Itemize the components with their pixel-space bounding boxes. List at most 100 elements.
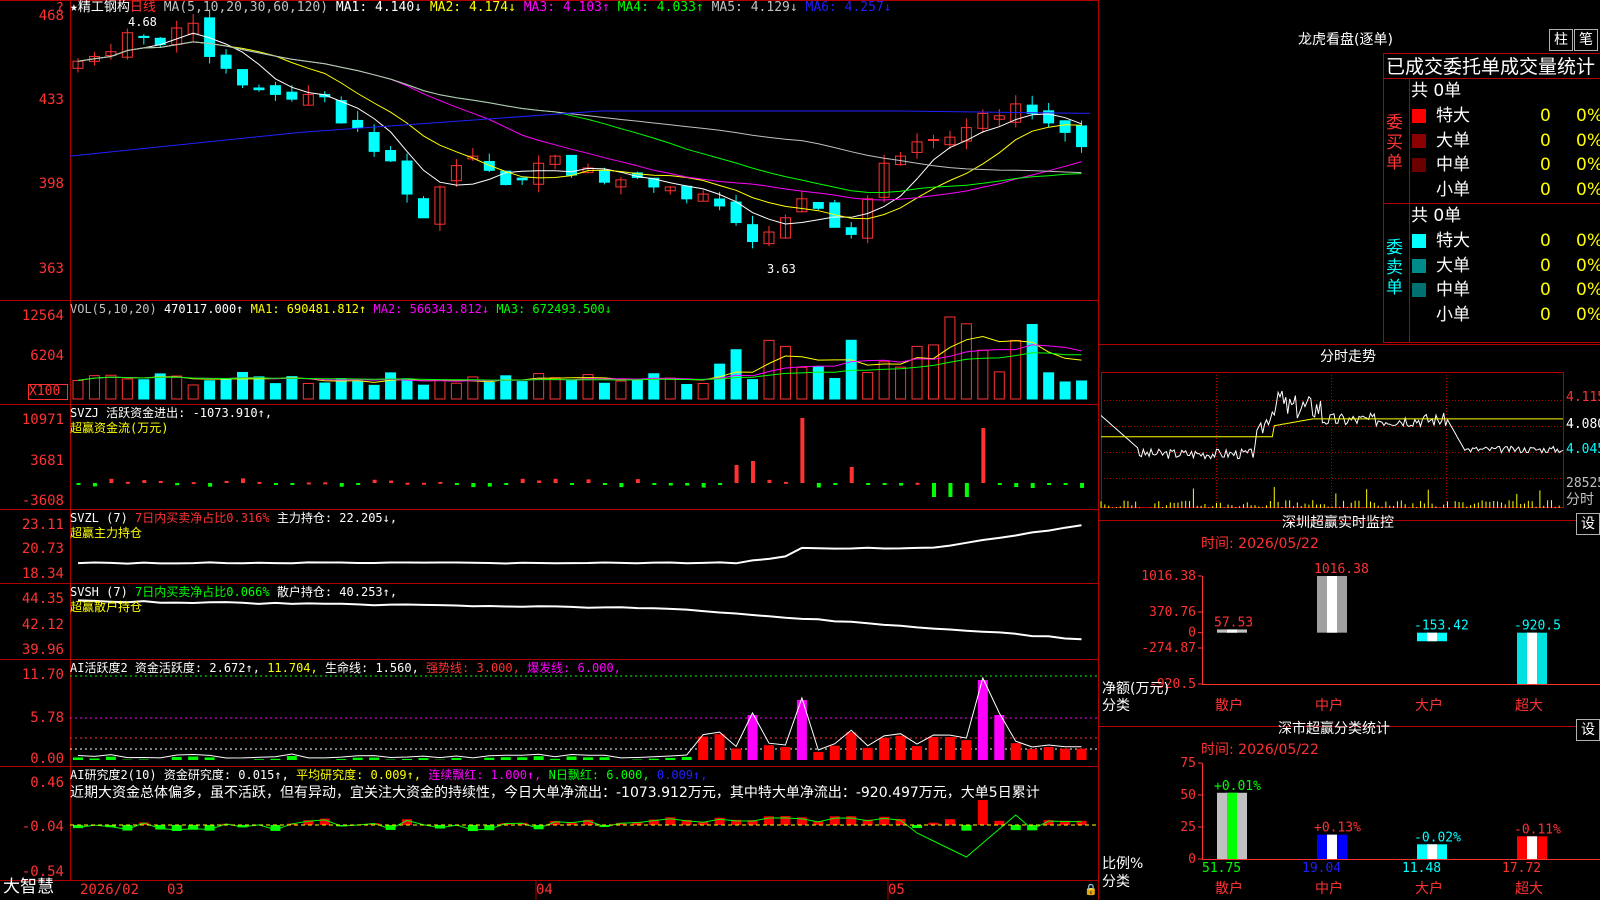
candle bbox=[352, 119, 364, 129]
fund-flow-bar bbox=[619, 483, 624, 488]
candle bbox=[730, 201, 742, 224]
activity-bar bbox=[1010, 743, 1021, 760]
volume-bar bbox=[681, 384, 693, 400]
fund-flow-bar bbox=[849, 467, 854, 483]
volume-bar bbox=[763, 339, 775, 400]
fund-flow-bar bbox=[668, 483, 673, 486]
svzj-label: SVZJ 活跃资金进出: -1073.910↑, bbox=[70, 406, 273, 420]
bar-highlight bbox=[1227, 792, 1237, 859]
sell-row-name: 特大 bbox=[1436, 231, 1470, 251]
bar-value-label: -0.11% bbox=[1514, 822, 1561, 837]
activity-bar bbox=[484, 757, 495, 760]
activity-bar bbox=[352, 757, 363, 760]
fund-flow-bar bbox=[1014, 483, 1019, 488]
fund-flow-bar bbox=[208, 483, 213, 487]
svzl-label: SVZL (7) bbox=[70, 511, 128, 525]
volume-bar bbox=[171, 375, 183, 400]
fund-flow-bar bbox=[800, 418, 805, 483]
activity-bar bbox=[714, 734, 725, 760]
activity-bar bbox=[961, 740, 972, 760]
ai-active-v5: 爆发线: 6.000, bbox=[527, 661, 621, 675]
fenshi-price-line bbox=[1100, 390, 1564, 460]
volume-bar bbox=[516, 381, 528, 400]
candle bbox=[516, 177, 528, 181]
buy-row-percent: 0% bbox=[1576, 106, 1600, 126]
volume-bar bbox=[269, 383, 281, 400]
bar bbox=[1217, 629, 1247, 633]
fund-flow-bar bbox=[1047, 483, 1052, 485]
fenshi-axis-label: 4.045 bbox=[1566, 442, 1600, 457]
bar-highlight bbox=[1527, 632, 1537, 684]
buy-row-name: 特大 bbox=[1436, 106, 1470, 126]
price-axis-label: 398 bbox=[38, 176, 64, 192]
fund-flow-bar bbox=[899, 483, 904, 486]
volume-bar bbox=[401, 378, 413, 400]
buy-row-count: 0 bbox=[1540, 179, 1551, 200]
candle bbox=[714, 198, 726, 207]
volume-bar bbox=[615, 380, 627, 400]
bar-axis-label: 0 bbox=[1188, 852, 1196, 867]
sell-row-percent: 0% bbox=[1576, 304, 1600, 325]
vol-ma1: MA1: 690481.812↑ bbox=[250, 302, 367, 316]
sz-monitor-settings-button[interactable]: 设 bbox=[1576, 513, 1600, 535]
research-line bbox=[77, 814, 1082, 858]
lock-icon[interactable]: 🔒 bbox=[1084, 883, 1098, 897]
sz-class-title: 深市超赢分类统计 bbox=[1278, 721, 1390, 737]
ai-research-axis-label: -0.04 bbox=[21, 819, 64, 835]
bar-percent-value: 11.48 bbox=[1402, 861, 1441, 876]
fenshi-axis-label: 4.080 bbox=[1566, 417, 1600, 432]
svzj-sublabel: 超赢资金流(万元) bbox=[70, 421, 169, 435]
fund-flow-bar bbox=[504, 483, 509, 485]
sz-monitor-ylabel: 净额(万元) bbox=[1102, 681, 1169, 697]
lhk-title: 龙虎看盘(逐单) bbox=[1298, 32, 1393, 48]
activity-bar bbox=[780, 747, 791, 760]
bar-mode-button[interactable]: 柱 bbox=[1549, 29, 1573, 51]
ai-active-header: AI活跃度2 资金活跃度: 2.672↑, 11.704, 生命线: 1.560… bbox=[70, 661, 621, 675]
ai-research-header: AI研究度2(10) 资金研究度: 0.015↑, 平均研究度: 0.009↑,… bbox=[70, 768, 707, 782]
stock-name[interactable]: 精工钢构 bbox=[78, 0, 130, 15]
fund-flow-bar bbox=[981, 428, 986, 483]
vol-unit-button[interactable]: X100 bbox=[28, 384, 68, 400]
volume-bar bbox=[121, 378, 133, 400]
tick-mode-button[interactable]: 笔 bbox=[1574, 29, 1598, 51]
buy-row-count: 0 bbox=[1540, 155, 1551, 175]
star-icon[interactable]: ★ bbox=[70, 0, 78, 15]
activity-bar bbox=[336, 759, 347, 760]
candle bbox=[845, 227, 857, 235]
svzl-axis-label: 20.73 bbox=[21, 541, 64, 557]
sell-color-swatch bbox=[1412, 234, 1426, 248]
activity-bar bbox=[599, 757, 610, 760]
ai-research-label: AI研究度2(10) bbox=[70, 768, 157, 782]
fund-flow-bar bbox=[537, 480, 542, 483]
fund-flow-bar bbox=[964, 483, 969, 497]
ma4-value: MA4: 4.033↑ bbox=[617, 0, 704, 15]
fund-flow-bar bbox=[1030, 483, 1035, 488]
volume-bar bbox=[977, 349, 989, 400]
volume-bar bbox=[1059, 381, 1071, 400]
volume-bar bbox=[335, 378, 347, 400]
sell-orders-label: 委卖单 bbox=[1386, 238, 1403, 298]
bar-value-label: -920.5 bbox=[1514, 619, 1561, 634]
fund-flow-bar bbox=[948, 483, 953, 497]
volume-bar bbox=[845, 339, 857, 400]
volume-bar bbox=[862, 372, 874, 400]
bar-percent-value: 17.72 bbox=[1502, 861, 1541, 876]
kline-panels[interactable] bbox=[0, 0, 1100, 900]
sz-class-settings-button[interactable]: 设 bbox=[1576, 719, 1600, 741]
lhk-tabs[interactable]: 已成交委托单成交量统计 bbox=[1386, 55, 1600, 79]
bar bbox=[1517, 632, 1547, 684]
bar bbox=[1417, 844, 1447, 859]
fund-flow-bar bbox=[290, 483, 295, 485]
volume-bar bbox=[138, 379, 150, 400]
buy-row-name: 小单 bbox=[1436, 179, 1470, 200]
price-axis-label: 468 bbox=[38, 8, 64, 24]
sell-total: 共 0单 bbox=[1411, 206, 1462, 226]
activity-bar bbox=[517, 757, 528, 760]
research-bar bbox=[961, 825, 972, 831]
fund-flow-bar bbox=[421, 482, 426, 485]
vol-axis-label: 6204 bbox=[30, 348, 64, 364]
svzj-axis-label: 10971 bbox=[21, 412, 64, 428]
fund-flow-bar bbox=[109, 478, 114, 483]
period-label[interactable]: 日线 bbox=[130, 0, 156, 15]
volume-bar bbox=[911, 345, 923, 400]
